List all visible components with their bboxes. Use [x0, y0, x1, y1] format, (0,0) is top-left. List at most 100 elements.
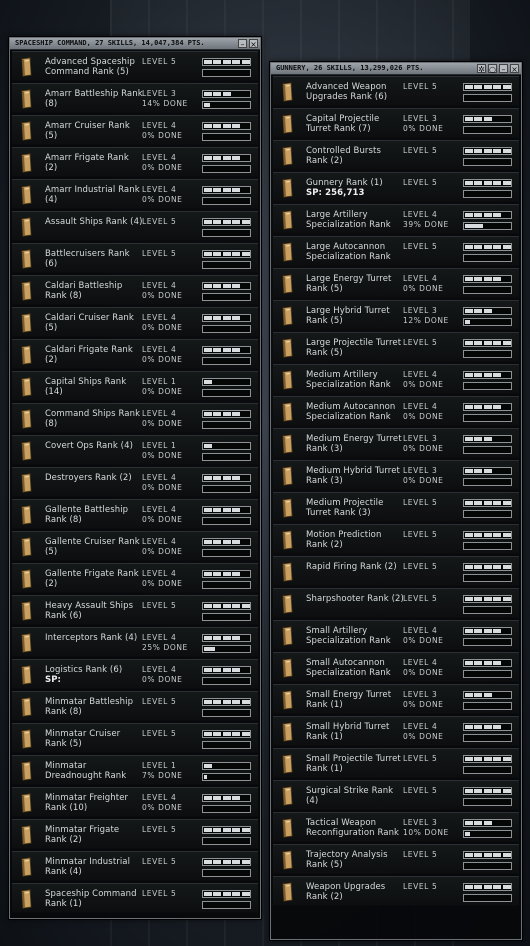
close-icon[interactable]: ×: [249, 39, 258, 49]
level-segment: [502, 853, 511, 857]
level-segment: [474, 853, 483, 857]
skill-row[interactable]: Large Hybrid Turret Rank (5) LEVEL 3 12% D…: [273, 300, 519, 330]
skill-level: LEVEL 3 0% DONE: [403, 434, 444, 454]
skill-row[interactable]: Advanced Weapon Upgrades Rank (6) LEVEL 5: [273, 76, 519, 106]
skill-row[interactable]: Minmatar Dreadnought Rank LEVEL 1 7% DONE: [12, 755, 258, 785]
skill-row[interactable]: Medium Projectile Turret Rank (3) LEVEL 5: [273, 492, 519, 522]
skill-row[interactable]: Minmatar Freighter Rank (10) LEVEL 4 0% DO…: [12, 787, 258, 817]
skill-row[interactable]: Small Hybrid Turret Rank (1) LEVEL 4 0% DO…: [273, 716, 519, 746]
skill-row[interactable]: Capital Ships Rank (14) LEVEL 1 0% DONE: [12, 371, 258, 401]
skill-level: LEVEL 4 0% DONE: [142, 473, 183, 493]
skill-row[interactable]: Destroyers Rank (2) LEVEL 4 0% DONE: [12, 467, 258, 497]
skill-row[interactable]: Large Projectile Turret Rank (5) LEVEL 5: [273, 332, 519, 362]
skill-level: LEVEL 1 7% DONE: [142, 761, 183, 781]
skill-row[interactable]: Minmatar Battleship Rank (8) LEVEL 5: [12, 691, 258, 721]
skill-row[interactable]: Spaceship Command Rank (1) LEVEL 5: [12, 883, 258, 913]
skill-row[interactable]: Medium Energy Turret Rank (3) LEVEL 3 0% D…: [273, 428, 519, 458]
progress-bar: [202, 677, 251, 685]
progress-bar: [202, 805, 251, 813]
skill-row[interactable]: Minmatar Industrial Rank (4) LEVEL 5: [12, 851, 258, 881]
skill-level-label: LEVEL 1: [142, 761, 177, 770]
skill-row[interactable]: Medium Autocannon Specialization Rank LEV…: [273, 396, 519, 426]
minimize-icon[interactable]: –: [499, 64, 508, 74]
skill-level-label: LEVEL 5: [403, 594, 438, 603]
skill-row[interactable]: Covert Ops Rank (4) LEVEL 1 0% DONE: [12, 435, 258, 465]
level-segment: [502, 341, 511, 345]
window-titlebar[interactable]: SPACESHIP COMMAND, 27 SKILLS, 14,047,384…: [10, 38, 260, 50]
skill-row[interactable]: Caldari Cruiser Rank (5) LEVEL 4 0% DONE: [12, 307, 258, 337]
level-segment: [474, 117, 483, 121]
skill-row[interactable]: Large Autocannon Specialization Rank LEVE…: [273, 236, 519, 266]
skill-row[interactable]: Tactical Weapon Reconfiguration Rank LEVE…: [273, 812, 519, 842]
skill-row[interactable]: Caldari Frigate Rank (2) LEVEL 4 0% DONE: [12, 339, 258, 369]
skill-row[interactable]: Small Autocannon Specialization Rank LEVE…: [273, 652, 519, 682]
skill-row[interactable]: Amarr Frigate Rank (2) LEVEL 4 0% DONE: [12, 147, 258, 177]
skill-name-text: Amarr Cruiser Rank (5): [45, 121, 130, 141]
level-segment: [465, 469, 473, 473]
skillbook-icon: [282, 626, 293, 646]
level-segment: [213, 60, 222, 64]
skill-row[interactable]: Minmatar Frigate Rank (2) LEVEL 5: [12, 819, 258, 849]
skill-row[interactable]: Weapon Upgrades Rank (2) LEVEL 5: [273, 876, 519, 906]
skill-row[interactable]: Motion Prediction Rank (2) LEVEL 5: [273, 524, 519, 554]
level-segment: [222, 508, 231, 512]
close-icon[interactable]: ×: [510, 64, 519, 74]
skillbook-icon: [282, 658, 293, 678]
skill-row[interactable]: Caldari Battleship Rank (8) LEVEL 4 0% DON…: [12, 275, 258, 305]
level-segment: [222, 348, 231, 352]
level-segment: [213, 156, 222, 160]
skill-row[interactable]: Controlled Bursts Rank (2) LEVEL 5: [273, 140, 519, 170]
level-bar: [202, 634, 251, 642]
skill-row[interactable]: Medium Hybrid Turret Rank (3) LEVEL 3 0% D…: [273, 460, 519, 490]
level-segment: [204, 796, 212, 800]
skill-name-text: Minmatar Cruiser Rank (5): [45, 729, 121, 749]
skill-row[interactable]: Gallente Battleship Rank (8) LEVEL 4 0% DO…: [12, 499, 258, 529]
skill-row[interactable]: Amarr Cruiser Rank (5) LEVEL 4 0% DONE: [12, 115, 258, 145]
window-titlebar[interactable]: GUNNERY, 26 SKILLS, 13,299,026 PTS. ✲ ○ …: [271, 63, 521, 75]
skill-row[interactable]: Battlecruisers Rank (6) LEVEL 5: [12, 243, 258, 273]
skill-row[interactable]: Small Energy Turret Rank (1) LEVEL 3 0% DO…: [273, 684, 519, 714]
level-segment: [222, 860, 231, 864]
skill-row[interactable]: Gunnery Rank (1) SP: 256,713 LEVEL 5: [273, 172, 519, 202]
skill-name: Caldari Cruiser Rank (5): [45, 313, 143, 333]
level-segment: [502, 181, 511, 185]
spaceship-command-window[interactable]: SPACESHIP COMMAND, 27 SKILLS, 14,047,384…: [9, 37, 261, 919]
skill-level-label: LEVEL 3: [403, 434, 438, 443]
level-segment: [204, 156, 212, 160]
skill-row[interactable]: Large Artillery Specialization Rank LEVEL…: [273, 204, 519, 234]
skill-row[interactable]: Gallente Frigate Rank (2) LEVEL 4 0% DONE: [12, 563, 258, 593]
skill-name-text: Gunnery Rank (1): [306, 178, 383, 188]
skill-row[interactable]: Logistics Rank (6) SP: LEVEL 4 0% DONE: [12, 659, 258, 689]
skill-name: Assault Ships Rank (4): [45, 217, 143, 227]
skill-name-text: Caldari Cruiser Rank (5): [45, 313, 134, 333]
minimize-icon[interactable]: –: [238, 39, 247, 49]
skill-name-text: Large Artillery Specialization Rank: [306, 210, 391, 230]
skill-row[interactable]: Sharpshooter Rank (2) LEVEL 5: [273, 588, 519, 618]
settings-icon[interactable]: ○: [488, 64, 497, 74]
skill-row[interactable]: Interceptors Rank (4) LEVEL 4 25% DONE: [12, 627, 258, 657]
gunnery-window[interactable]: GUNNERY, 26 SKILLS, 13,299,026 PTS. ✲ ○ …: [270, 62, 522, 940]
skill-name: Small Energy Turret Rank (1): [306, 690, 404, 710]
skill-row[interactable]: Small Artillery Specialization Rank LEVEL…: [273, 620, 519, 650]
skill-row[interactable]: Amarr Industrial Rank (4) LEVEL 4 0% DONE: [12, 179, 258, 209]
skill-row[interactable]: Rapid Firing Rank (2) LEVEL 5: [273, 556, 519, 586]
skill-level-label: LEVEL 5: [142, 825, 177, 834]
skill-row[interactable]: Heavy Assault Ships Rank (6) LEVEL 5: [12, 595, 258, 625]
skill-progress-text: 0% DONE: [142, 291, 183, 300]
skill-row[interactable]: Amarr Battleship Rank (8) LEVEL 3 14% DONE: [12, 83, 258, 113]
skill-progress-text: 0% DONE: [142, 803, 183, 812]
skill-row[interactable]: Minmatar Cruiser Rank (5) LEVEL 5: [12, 723, 258, 753]
skill-row[interactable]: Medium Artillery Specialization Rank LEVE…: [273, 364, 519, 394]
skill-row[interactable]: Assault Ships Rank (4) LEVEL 5: [12, 211, 258, 241]
skill-row[interactable]: Gallente Cruiser Rank (5) LEVEL 4 0% DONE: [12, 531, 258, 561]
skill-row[interactable]: Small Projectile Turret Rank (1) LEVEL 5: [273, 748, 519, 778]
skill-row[interactable]: Command Ships Rank (8) LEVEL 4 0% DONE: [12, 403, 258, 433]
skill-row[interactable]: Advanced Spaceship Command Rank (5) LEVEL…: [12, 51, 258, 81]
skill-level-label: LEVEL 4: [142, 665, 177, 674]
skill-row[interactable]: Capital Projectile Turret Rank (7) LEVEL …: [273, 108, 519, 138]
skill-row[interactable]: Trajectory Analysis Rank (5) LEVEL 5: [273, 844, 519, 874]
skill-level-label: LEVEL 4: [142, 281, 177, 290]
skill-row[interactable]: Surgical Strike Rank (4) LEVEL 5: [273, 780, 519, 810]
skill-row[interactable]: Large Energy Turret Rank (5) LEVEL 4 0% DO…: [273, 268, 519, 298]
pin-icon[interactable]: ✲: [477, 64, 486, 74]
